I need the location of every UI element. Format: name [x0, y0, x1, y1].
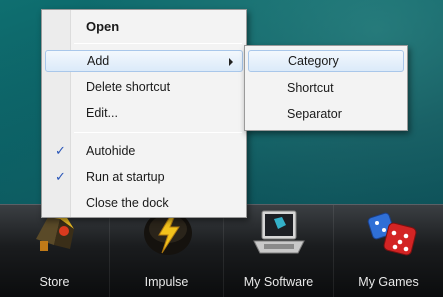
menu-item-run-at-startup[interactable]: ✓ Run at startup	[45, 166, 243, 188]
menu-item-open[interactable]: Open	[45, 15, 243, 37]
menu-item-add[interactable]: Add	[45, 50, 243, 72]
dock-label-my-games: My Games	[358, 275, 419, 289]
menu-separator	[74, 43, 242, 44]
submenu-item-shortcut[interactable]: Shortcut	[248, 77, 404, 99]
menu-item-label: Close the dock	[86, 196, 169, 210]
check-icon: ✓	[55, 143, 66, 158]
menu-item-edit[interactable]: Edit...	[45, 102, 243, 124]
menu-item-label: Autohide	[86, 144, 136, 158]
menu-item-close-the-dock[interactable]: Close the dock	[45, 192, 243, 214]
menu-item-label: Add	[87, 54, 110, 68]
dice-icon	[367, 212, 417, 256]
menu-separator	[74, 132, 242, 133]
dock-item-store[interactable]: Store	[0, 205, 110, 297]
submenu-item-category[interactable]: Category	[248, 50, 404, 72]
menu-item-label: Run at startup	[86, 170, 165, 184]
menu-item-delete-shortcut[interactable]: Delete shortcut	[45, 76, 243, 98]
menu-item-label: Edit...	[86, 106, 118, 120]
submenu-item-label: Category	[288, 54, 339, 68]
menu-item-label: Open	[86, 18, 120, 34]
submenu-item-label: Shortcut	[287, 81, 334, 95]
menu-item-label: Delete shortcut	[86, 80, 171, 94]
dock-item-impulse[interactable]: Impulse	[110, 205, 224, 297]
check-icon: ✓	[55, 169, 66, 184]
dock-item-my-games[interactable]: My Games	[334, 205, 443, 297]
add-submenu: Category Shortcut Separator	[244, 45, 408, 131]
context-menu: Open Add Delete shortcut Edit... ✓ Autoh…	[41, 9, 247, 218]
submenu-item-separator[interactable]: Separator	[248, 103, 404, 125]
laptop-icon	[253, 210, 305, 254]
chevron-right-icon	[229, 58, 233, 66]
dock-label-my-software: My Software	[243, 275, 314, 289]
menu-item-autohide[interactable]: ✓ Autohide	[45, 140, 243, 162]
submenu-item-label: Separator	[287, 107, 342, 121]
dock-item-my-software[interactable]: My Software	[224, 205, 334, 297]
dock-label-impulse: Impulse	[144, 275, 189, 289]
dock-label-store: Store	[39, 275, 70, 289]
